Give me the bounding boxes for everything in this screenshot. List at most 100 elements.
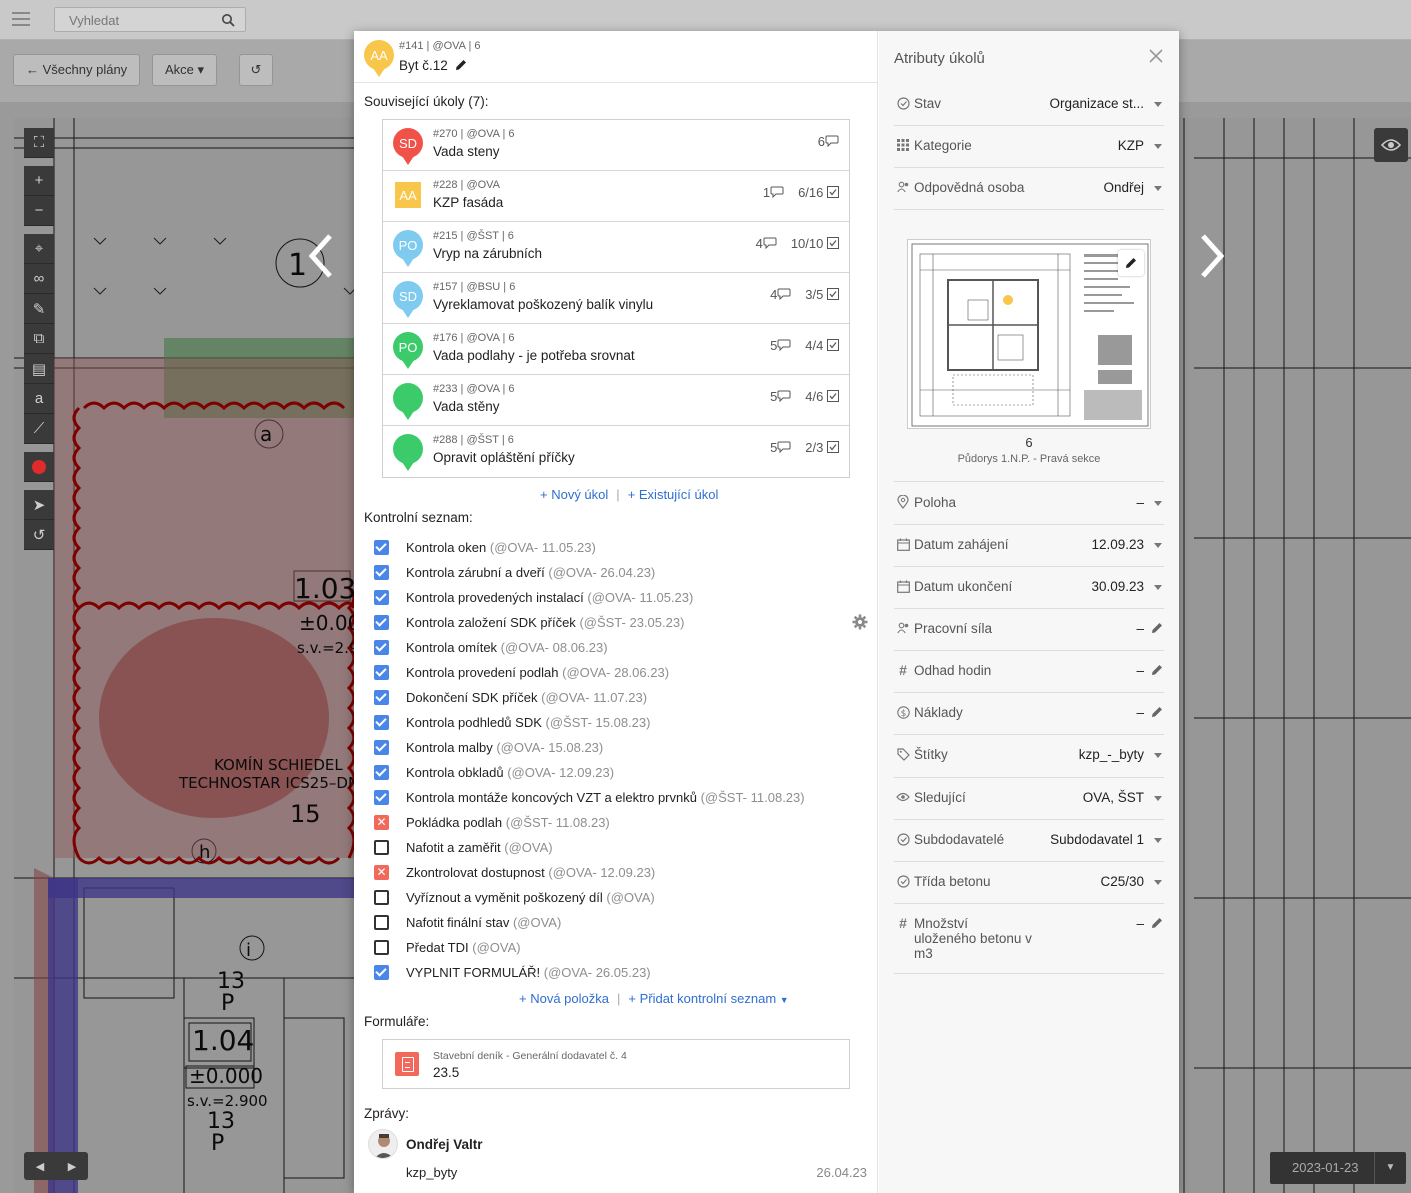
checkbox-checked[interactable] (374, 765, 389, 780)
record-icon[interactable] (24, 452, 54, 482)
task-title[interactable]: Byt č.12 (399, 58, 468, 73)
caret-down-icon[interactable] (1154, 102, 1162, 107)
menu-icon[interactable] (12, 12, 30, 26)
pencil-icon[interactable] (1150, 916, 1164, 930)
attribute-row[interactable]: Třída betonu C25/30 (894, 874, 1164, 904)
previous-task-arrow-icon[interactable] (306, 232, 336, 280)
checkbox-checked[interactable] (374, 740, 389, 755)
attribute-value[interactable]: 30.09.23 (1091, 579, 1144, 594)
checklist-item-label[interactable]: Dokončení SDK příček (@OVA- 11.07.23) (406, 690, 647, 705)
search-box[interactable]: Vyhledat (54, 7, 246, 32)
attribute-row[interactable]: Stav Organizace st... (894, 96, 1164, 126)
caret-down-icon[interactable] (1154, 144, 1162, 149)
text-tool-icon[interactable]: a (24, 384, 54, 414)
checklist-item-label[interactable]: Pokládka podlah (@ŠST- 11.08.23) (406, 815, 610, 830)
attribute-value[interactable]: kzp_-_byty (1079, 747, 1144, 762)
checkbox-checked[interactable] (374, 790, 389, 805)
visibility-button[interactable] (1374, 128, 1408, 162)
checklist-item-label[interactable]: Kontrola podhledů SDK (@ŠST- 15.08.23) (406, 715, 650, 730)
related-task-row[interactable]: SD #270 | @OVA | 6 Vada steny 6 (383, 120, 849, 171)
checkbox-unchecked[interactable] (374, 915, 389, 930)
checkbox-checked[interactable] (374, 715, 389, 730)
checkbox-failed[interactable]: ✕ (374, 815, 389, 830)
checkbox-checked[interactable] (374, 565, 389, 580)
caret-down-icon[interactable] (1154, 543, 1162, 548)
attribute-row[interactable]: Poloha – (894, 495, 1164, 525)
checkbox-checked[interactable] (374, 965, 389, 980)
attribute-row[interactable]: Štítky kzp_-_byty (894, 747, 1164, 778)
related-task-row[interactable]: #288 | @ŠST | 6 Opravit opláštění příčky 5… (383, 426, 849, 477)
related-task-row[interactable]: PO #215 | @ŠST | 6 Vryp na zárubních 4 10/10 (383, 222, 849, 273)
caret-down-icon[interactable] (1154, 838, 1162, 843)
attribute-value[interactable]: C25/30 (1100, 874, 1144, 889)
attribute-row[interactable]: Subdodavatelé Subdodavatel 1 (894, 832, 1164, 862)
gear-icon[interactable] (852, 614, 868, 630)
pencil-icon[interactable] (454, 58, 468, 72)
select-pointer-icon[interactable]: ➤ (24, 490, 54, 520)
attribute-value[interactable]: – (1136, 705, 1144, 720)
checklist-item-label[interactable]: Kontrola obkladů (@OVA- 12.09.23) (406, 765, 614, 780)
caret-down-icon[interactable] (1154, 753, 1162, 758)
checkbox-unchecked[interactable] (374, 940, 389, 955)
checklist-item-label[interactable]: Nafotit finální stav (@OVA) (406, 915, 561, 930)
caret-down-icon[interactable]: ▼ (780, 995, 789, 1005)
ruler-tool-icon[interactable]: ⟋ (24, 414, 54, 444)
checkbox-checked[interactable] (374, 665, 389, 680)
edit-plan-button[interactable] (1118, 250, 1144, 276)
checkbox-unchecked[interactable] (374, 890, 389, 905)
pin-tool-icon[interactable]: ⌖ (24, 234, 54, 264)
form-item[interactable]: Stavební deník - Generální dodavatel č. … (382, 1039, 850, 1089)
checklist-item-label[interactable]: Kontrola oken (@OVA- 11.05.23) (406, 540, 596, 555)
zoom-out-icon[interactable]: − (24, 196, 54, 226)
checklist-item-label[interactable]: Nafotit a zaměřit (@OVA) (406, 840, 553, 855)
checklist-item-label[interactable]: Předat TDI (@OVA) (406, 940, 521, 955)
copy-tool-icon[interactable]: ⧉ (24, 324, 54, 354)
caret-down-icon[interactable] (1154, 585, 1162, 590)
checklist-item-label[interactable]: Kontrola provedených instalací (@OVA- 11… (406, 590, 693, 605)
checklist-item-label[interactable]: Zkontrolovat dostupnost (@OVA- 12.09.23) (406, 865, 655, 880)
caret-down-icon[interactable] (1154, 880, 1162, 885)
checklist-item-label[interactable]: Kontrola založení SDK příček (@ŠST- 23.0… (406, 615, 684, 630)
caret-down-icon[interactable]: ▼ (1374, 1152, 1406, 1184)
attribute-value[interactable]: 12.09.23 (1091, 537, 1144, 552)
link-tool-icon[interactable]: ∞ (24, 264, 54, 294)
attribute-value[interactable]: OVA, ŠST (1083, 790, 1144, 805)
checkbox-checked[interactable] (374, 615, 389, 630)
new-item-link[interactable]: + Nová položka (519, 991, 609, 1006)
related-task-row[interactable]: SD #157 | @BSU | 6 Vyreklamovat poškozený … (383, 273, 849, 324)
related-task-row[interactable]: AA #228 | @OVA KZP fasáda 1 6/16 (383, 171, 849, 222)
related-task-row[interactable]: #233 | @OVA | 6 Vada stěny 5 4/6 (383, 375, 849, 426)
attribute-value[interactable]: Ondřej (1103, 180, 1144, 195)
checkbox-checked[interactable] (374, 540, 389, 555)
checklist-item-label[interactable]: Kontrola montáže koncových VZT a elektro… (406, 790, 805, 805)
checklist-item-label[interactable]: Kontrola omítek (@OVA- 08.06.23) (406, 640, 608, 655)
back-button[interactable]: ← Všechny plány (13, 54, 141, 86)
next-page-icon[interactable]: ▶ (68, 1160, 76, 1173)
add-checklist-link[interactable]: + Přidat kontrolní seznam (628, 991, 776, 1006)
checkbox-checked[interactable] (374, 590, 389, 605)
pencil-icon[interactable] (1150, 621, 1164, 635)
search-icon[interactable] (221, 13, 235, 27)
toolbox-icon[interactable]: ▤ (24, 354, 54, 384)
checkbox-checked[interactable] (374, 640, 389, 655)
fullscreen-icon[interactable]: ⛶ (24, 128, 54, 158)
close-icon[interactable] (1148, 48, 1164, 64)
attribute-row[interactable]: Kategorie KZP (894, 138, 1164, 168)
pen-tool-icon[interactable]: ✎ (24, 294, 54, 324)
attribute-value[interactable]: – (1136, 495, 1144, 510)
attribute-value[interactable]: Subdodavatel 1 (1050, 832, 1144, 847)
attribute-row[interactable]: $ Náklady – (894, 705, 1164, 735)
attribute-row[interactable]: Pracovní síla – (894, 621, 1164, 651)
attribute-row[interactable]: Datum ukončení 30.09.23 (894, 579, 1164, 609)
attribute-row[interactable]: # Množství uloženého betonu v m3 – (894, 915, 1164, 974)
caret-down-icon[interactable] (1154, 796, 1162, 801)
checkbox-unchecked[interactable] (374, 840, 389, 855)
checkbox-checked[interactable] (374, 690, 389, 705)
attribute-row[interactable]: Odpovědná osoba Ondřej (894, 180, 1164, 210)
checkbox-failed[interactable]: ✕ (374, 865, 389, 880)
attribute-row[interactable]: # Odhad hodin – (894, 662, 1164, 693)
caret-down-icon[interactable] (1154, 501, 1162, 506)
history-button[interactable]: ↺ (239, 54, 273, 86)
undo-icon[interactable]: ↺ (24, 520, 54, 550)
attribute-row[interactable]: Datum zahájení 12.09.23 (894, 537, 1164, 567)
